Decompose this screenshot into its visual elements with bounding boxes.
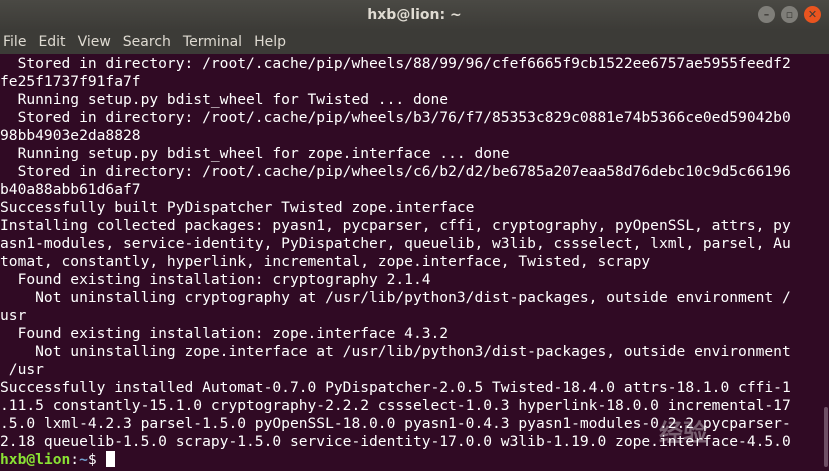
terminal-line: .5.0 lxml-4.2.3 parsel-1.5.0 pyOpenSSL-1…	[0, 415, 791, 432]
terminal-line: Found existing installation: zope.interf…	[0, 325, 449, 342]
menu-help[interactable]: Help	[251, 34, 294, 50]
prompt-line[interactable]: hxb@lion:~$	[0, 451, 829, 469]
terminal-line: usr	[0, 307, 27, 324]
terminal-line: b40a88abb61d6af7	[0, 181, 141, 198]
prompt-user-host: hxb@lion	[0, 451, 71, 468]
terminal-line: fe25f1737f91fa7f	[0, 73, 141, 90]
menu-bar: File Edit View Search Terminal Help	[0, 30, 829, 54]
terminal-line: Stored in directory: /root/.cache/pip/wh…	[0, 163, 791, 180]
menu-file[interactable]: File	[0, 34, 34, 50]
terminal-output[interactable]: Stored in directory: /root/.cache/pip/wh…	[0, 54, 829, 471]
terminal-line: tomat, constantly, hyperlink, incrementa…	[0, 253, 651, 270]
terminal-line: Successfully installed Automat-0.7.0 PyD…	[0, 379, 791, 396]
terminal-line: Running setup.py bdist_wheel for Twisted…	[0, 91, 449, 108]
terminal-line: Not uninstalling cryptography at /usr/li…	[0, 289, 791, 306]
scrollbar[interactable]	[823, 54, 829, 471]
prompt-path: ~	[79, 451, 88, 468]
close-button[interactable]: ✕	[804, 6, 821, 23]
text-cursor	[106, 451, 116, 467]
prompt-symbol: $	[87, 451, 106, 468]
terminal-line: Successfully built PyDispatcher Twisted …	[0, 199, 475, 216]
maximize-button[interactable]: ▫	[781, 6, 798, 23]
terminal-line: Stored in directory: /root/.cache/pip/wh…	[0, 109, 791, 126]
terminal-line: /usr	[0, 361, 44, 378]
menu-view[interactable]: View	[75, 34, 119, 50]
terminal-line: 2.18 queuelib-1.5.0 scrapy-1.5.0 service…	[0, 433, 791, 450]
minimize-button[interactable]: –	[758, 6, 775, 23]
menu-search[interactable]: Search	[120, 34, 179, 50]
menu-terminal[interactable]: Terminal	[180, 34, 250, 50]
terminal-line: Running setup.py bdist_wheel for zope.in…	[0, 145, 510, 162]
terminal-line: Stored in directory: /root/.cache/pip/wh…	[0, 55, 791, 72]
terminal-window: hxb@lion: ~ – ▫ ✕ File Edit View Search …	[0, 0, 829, 471]
terminal-line: .11.5 constantly-15.1.0 cryptography-2.2…	[0, 397, 791, 414]
scrollbar-thumb[interactable]	[824, 407, 828, 467]
window-title: hxb@lion: ~	[367, 7, 462, 23]
prompt-separator: :	[70, 451, 80, 468]
terminal-line: Found existing installation: cryptograph…	[0, 271, 431, 288]
window-controls: – ▫ ✕	[758, 6, 821, 23]
menu-edit[interactable]: Edit	[35, 34, 73, 50]
title-bar[interactable]: hxb@lion: ~ – ▫ ✕	[0, 0, 829, 30]
terminal-line: Not uninstalling zope.interface at /usr/…	[0, 343, 791, 360]
terminal-line: 98bb4903e2da8828	[0, 127, 141, 144]
terminal-line: Installing collected packages: pyasn1, p…	[0, 217, 791, 234]
terminal-line: asn1-modules, service-identity, PyDispat…	[0, 235, 791, 252]
